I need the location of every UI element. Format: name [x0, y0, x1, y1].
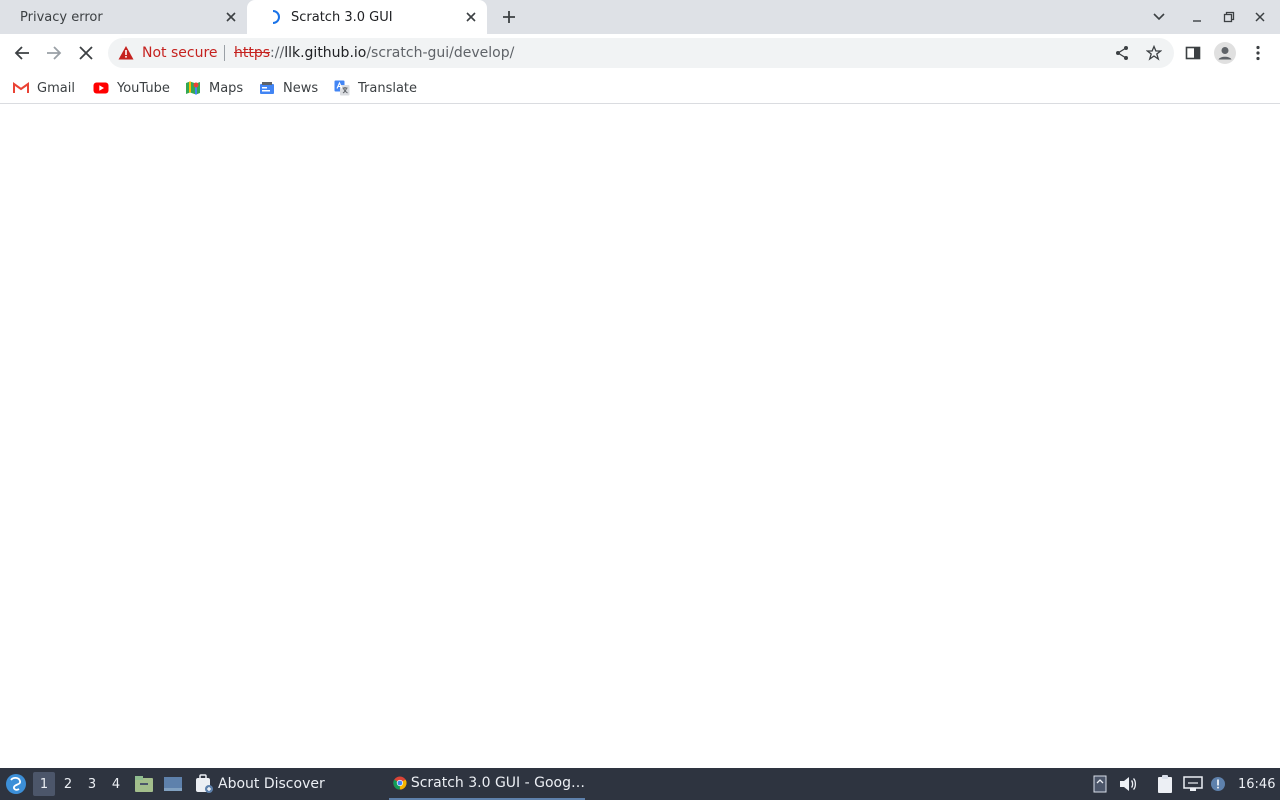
- avatar-icon: [1214, 42, 1236, 64]
- security-status[interactable]: Not secure: [142, 38, 218, 68]
- bookmark-label: News: [283, 80, 319, 96]
- workspace-1[interactable]: 1: [33, 772, 55, 796]
- arrow-left-icon: [14, 46, 29, 60]
- bookmark-label: Maps: [209, 80, 244, 96]
- omnibox-divider: [224, 45, 225, 61]
- chrome-icon: [393, 776, 407, 790]
- notification-icon[interactable]: [1208, 768, 1228, 800]
- translate-icon: [334, 80, 350, 96]
- bookmark-label: Translate: [358, 80, 418, 96]
- page-content: [0, 104, 1280, 768]
- minimize-icon[interactable]: [1185, 5, 1209, 29]
- bookmarks-bar: Gmail YouTube Maps News Translate: [0, 72, 1280, 104]
- maps-icon: [185, 80, 201, 96]
- task-scratch-chrome[interactable]: Scratch 3.0 GUI - Goog…: [389, 768, 585, 800]
- folder-icon: [135, 776, 153, 792]
- workspace-4[interactable]: 4: [105, 768, 127, 800]
- volume-icon[interactable]: [1117, 768, 1139, 800]
- bookmark-youtube[interactable]: YouTube: [93, 76, 170, 100]
- browser-toolbar: Not secure https://llk.github.io/scratch…: [0, 34, 1280, 72]
- tray-scroll-icon[interactable]: [1090, 768, 1110, 800]
- workspace-3[interactable]: 3: [81, 768, 103, 800]
- discover-icon: [196, 774, 213, 793]
- arrow-right-icon: [47, 46, 62, 60]
- url-path: /scratch-gui/develop/: [366, 45, 515, 61]
- close-icon[interactable]: [463, 9, 479, 25]
- youtube-icon: [93, 80, 109, 96]
- bookmark-news[interactable]: News: [259, 76, 318, 100]
- tab-privacy-error[interactable]: Privacy error: [0, 0, 247, 34]
- clipboard-icon[interactable]: [1154, 768, 1176, 800]
- bookmark-maps[interactable]: Maps: [185, 76, 243, 100]
- task-about-discover[interactable]: About Discover: [194, 768, 325, 800]
- bookmark-gmail[interactable]: Gmail: [13, 76, 75, 100]
- show-desktop-launcher[interactable]: [161, 768, 185, 800]
- share-icon[interactable]: [1110, 41, 1134, 65]
- warning-triangle-icon: [118, 45, 134, 61]
- gmail-icon: [13, 80, 29, 96]
- bookmark-label: Gmail: [37, 80, 75, 96]
- forward-button[interactable]: [39, 38, 69, 68]
- restore-icon[interactable]: [1217, 5, 1241, 29]
- desktop-icon: [164, 777, 182, 791]
- window-close-icon[interactable]: [1248, 5, 1272, 29]
- task-label: Scratch 3.0 GUI - Goog…: [410, 775, 585, 791]
- file-manager-launcher[interactable]: [132, 768, 156, 800]
- bookmark-label: YouTube: [117, 80, 170, 96]
- address-bar[interactable]: Not secure https://llk.github.io/scratch…: [108, 38, 1174, 68]
- tab-scratch-gui[interactable]: Scratch 3.0 GUI: [247, 0, 487, 34]
- bookmark-star-icon[interactable]: [1142, 41, 1166, 65]
- system-taskbar: 1 2 3 4 About Discover Scratch 3.0 GUI -…: [0, 768, 1280, 800]
- network-icon[interactable]: [1182, 768, 1204, 800]
- start-menu-button[interactable]: [4, 768, 28, 800]
- side-panel-button[interactable]: [1178, 38, 1208, 68]
- url-scheme: https: [234, 45, 271, 61]
- task-label: About Discover: [218, 776, 325, 792]
- new-tab-button[interactable]: [497, 5, 521, 29]
- side-panel-icon: [1185, 46, 1201, 60]
- tab-title: Scratch 3.0 GUI: [291, 9, 393, 25]
- tab-strip: Privacy error Scratch 3.0 GUI: [0, 0, 1280, 34]
- url-separator: ://: [270, 45, 285, 61]
- url-text[interactable]: https://llk.github.io/scratch-gui/develo…: [234, 38, 514, 68]
- news-icon: [259, 80, 275, 96]
- bookmark-translate[interactable]: Translate: [334, 76, 417, 100]
- stop-x-icon: [79, 46, 93, 60]
- chrome-menu-button[interactable]: [1243, 38, 1273, 68]
- stop-loading-button[interactable]: [71, 38, 101, 68]
- loading-spinner-icon: [267, 9, 283, 25]
- url-host: llk.github.io: [284, 45, 367, 61]
- distro-logo-icon: [6, 774, 26, 794]
- clock[interactable]: 16:46: [1238, 768, 1275, 800]
- profile-button[interactable]: [1210, 38, 1240, 68]
- back-button[interactable]: [7, 38, 37, 68]
- tab-search-chevron-icon[interactable]: [1147, 5, 1171, 29]
- close-icon[interactable]: [223, 9, 239, 25]
- kebab-menu-icon: [1256, 45, 1260, 61]
- tab-title: Privacy error: [20, 9, 103, 25]
- workspace-2[interactable]: 2: [57, 768, 79, 800]
